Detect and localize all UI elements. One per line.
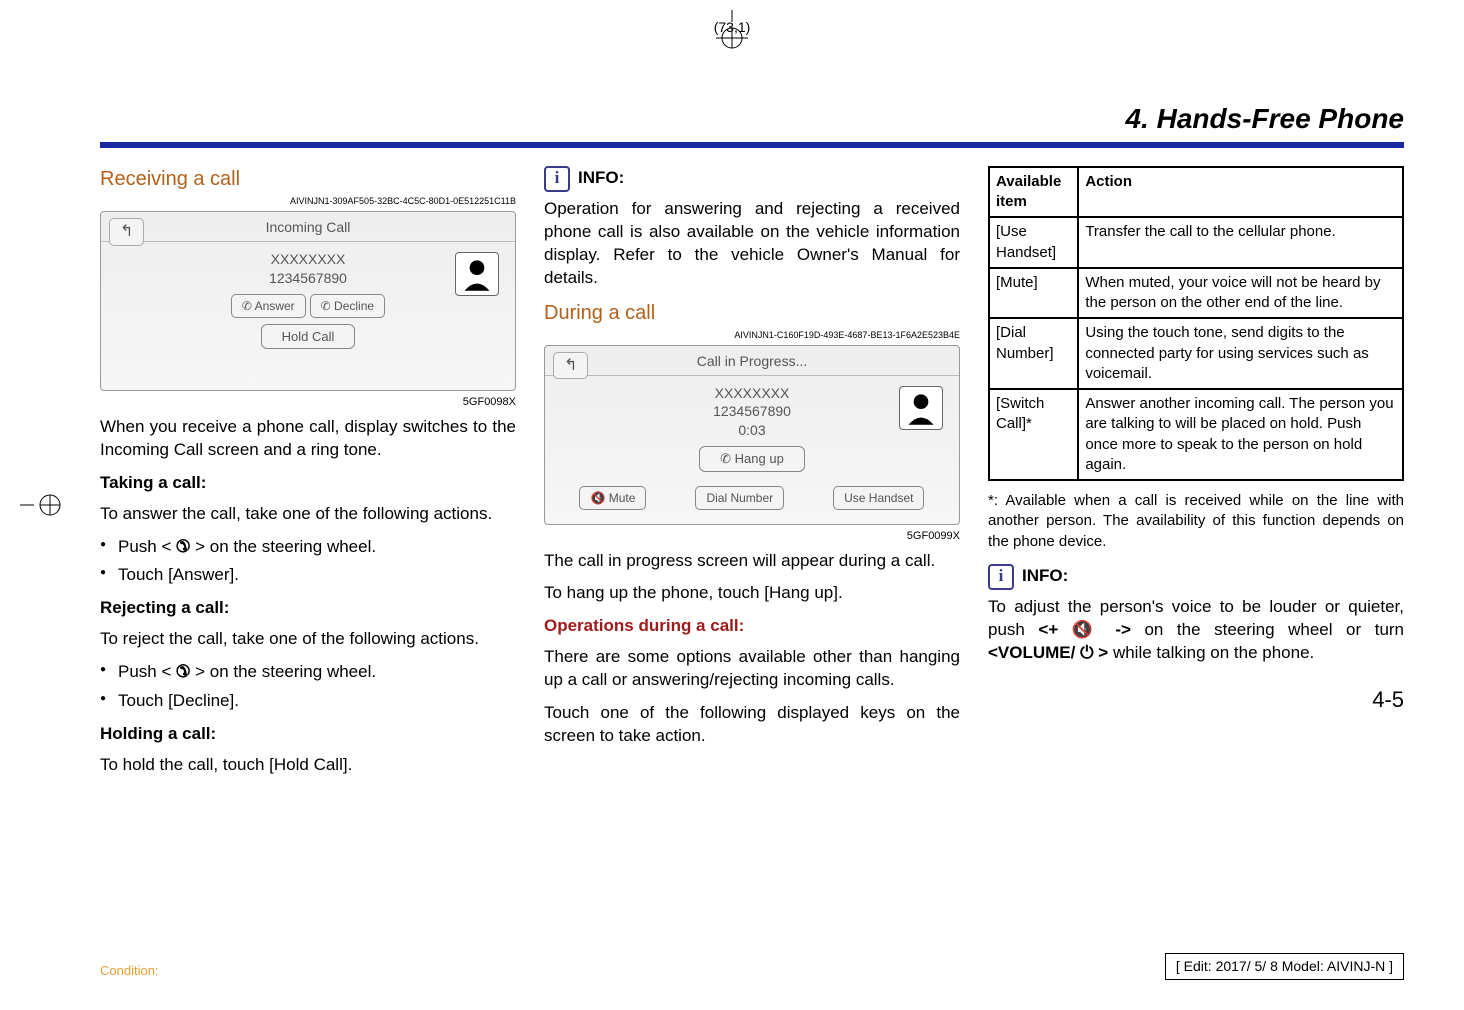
col1-para1: When you receive a phone call, display s… (100, 416, 516, 462)
fig2-handset-btn: Use Handset (833, 486, 924, 510)
fig2-number: 1234567890 (545, 402, 959, 421)
heading-rejecting-call: Rejecting a call: (100, 597, 516, 620)
info-box-1: i INFO: (544, 166, 960, 192)
fig1-answer-btn: ✆ Answer (231, 294, 306, 318)
cell-use-handset: [Use Handset] (989, 217, 1078, 268)
info-icon: i (544, 166, 570, 192)
cell-dial-number-action: Using the touch tone, send digits to the… (1078, 318, 1403, 389)
cell-dial-number: [Dial Number] (989, 318, 1078, 389)
bullet-touch-decline: Touch [Decline]. (100, 690, 516, 713)
th-available-item: Available item (989, 167, 1078, 218)
fig1-decline-btn: ✆ Decline (310, 294, 385, 318)
cell-mute: [Mute] (989, 268, 1078, 319)
content-columns: Receiving a call AIVINJN1-309AF505-32BC-… (100, 166, 1404, 787)
phone-icon: ✆ (176, 661, 190, 684)
table-row: [Mute] When muted, your voice will not b… (989, 268, 1403, 319)
bullet-push-decline: Push < ✆ > on the steering wheel. (100, 661, 516, 684)
section-during-call: During a call (544, 300, 960, 327)
cell-switch-call: [Switch Call]* (989, 389, 1078, 480)
col2-para3: To hang up the phone, touch [Hang up]. (544, 582, 960, 605)
th-action: Action (1078, 167, 1403, 218)
info-label: INFO: (1022, 565, 1068, 588)
fig2-title: Call in Progress... (545, 346, 959, 376)
figure-incoming-call: ↰ Incoming Call XXXXXXXX 1234567890 ✆ An… (100, 211, 516, 391)
condition-label: Condition: (100, 962, 159, 980)
col2-para5: Touch one of the following displayed key… (544, 702, 960, 748)
power-icon: ⏻ (1080, 643, 1093, 662)
col1-para2: To answer the call, take one of the foll… (100, 503, 516, 526)
cell-mute-action: When muted, your voice will not be heard… (1078, 268, 1403, 319)
col1-para3: To reject the call, take one of the foll… (100, 628, 516, 651)
bullet-push-answer: Push < ✆ > on the steering wheel. (100, 536, 516, 559)
fig2-dial-btn: Dial Number (695, 486, 784, 510)
col2-para2: The call in progress screen will appear … (544, 550, 960, 573)
fig2-code: 5GF0099X (544, 529, 960, 544)
fig2-hangup-btn: ✆ Hang up (699, 446, 805, 472)
back-icon: ↰ (109, 218, 144, 246)
sub-operations: Operations during a call: (544, 615, 960, 638)
column-1: Receiving a call AIVINJN1-309AF505-32BC-… (100, 166, 516, 787)
section-receiving-call: Receiving a call (100, 166, 516, 193)
column-3: Available item Action [Use Handset] Tran… (988, 166, 1404, 787)
fig2-time: 0:03 (545, 421, 959, 440)
speaker-icon: 🔇 (1072, 620, 1102, 639)
fig2-mute-btn: 🔇 Mute (579, 486, 646, 510)
info-label: INFO: (578, 167, 624, 190)
fig1-code: 5GF0098X (100, 395, 516, 410)
actions-table: Available item Action [Use Handset] Tran… (988, 166, 1404, 481)
fig1-hold-btn: Hold Call (261, 324, 356, 350)
bullet-touch-answer: Touch [Answer]. (100, 564, 516, 587)
edit-info: [ Edit: 2017/ 5/ 8 Model: AIVINJ-N ] (1165, 953, 1404, 980)
avatar-icon (899, 386, 943, 430)
col2-para1: Operation for answering and rejecting a … (544, 198, 960, 290)
guid-1: AIVINJN1-309AF505-32BC-4C5C-80D1-0E51225… (100, 195, 516, 207)
col3-info-text: To adjust the person's voice to be loude… (988, 596, 1404, 665)
column-2: i INFO: Operation for answering and reje… (544, 166, 960, 787)
switch-call-footnote: *: Available when a call is received whi… (988, 491, 1404, 552)
back-icon: ↰ (553, 352, 588, 380)
phone-icon: ✆ (176, 536, 190, 559)
fig1-number: 1234567890 (101, 269, 515, 288)
fig2-name: XXXXXXXX (545, 384, 959, 403)
cell-use-handset-action: Transfer the call to the cellular phone. (1078, 217, 1403, 268)
figure-call-progress: ↰ Call in Progress... XXXXXXXX 123456789… (544, 345, 960, 525)
cell-switch-call-action: Answer another incoming call. The person… (1078, 389, 1403, 480)
chapter-title: 4. Hands-Free Phone (100, 100, 1404, 138)
table-row: [Dial Number] Using the touch tone, send… (989, 318, 1403, 389)
fig1-name: XXXXXXXX (101, 250, 515, 269)
avatar-icon (455, 252, 499, 296)
heading-holding-call: Holding a call: (100, 723, 516, 746)
col2-para4: There are some options available other t… (544, 646, 960, 692)
crop-mark-left (20, 475, 70, 535)
crop-mark-top (702, 10, 762, 50)
fig1-title: Incoming Call (101, 212, 515, 242)
table-row: [Switch Call]* Answer another incoming c… (989, 389, 1403, 480)
blue-divider (100, 142, 1404, 148)
table-row: [Use Handset] Transfer the call to the c… (989, 217, 1403, 268)
heading-taking-call: Taking a call: (100, 472, 516, 495)
page-number: 4-5 (988, 685, 1404, 715)
info-icon: i (988, 564, 1014, 590)
guid-2: AIVINJN1-C160F19D-493E-4687-BE13-1F6A2E5… (544, 329, 960, 341)
info-box-2: i INFO: (988, 564, 1404, 590)
col1-para4: To hold the call, touch [Hold Call]. (100, 754, 516, 777)
